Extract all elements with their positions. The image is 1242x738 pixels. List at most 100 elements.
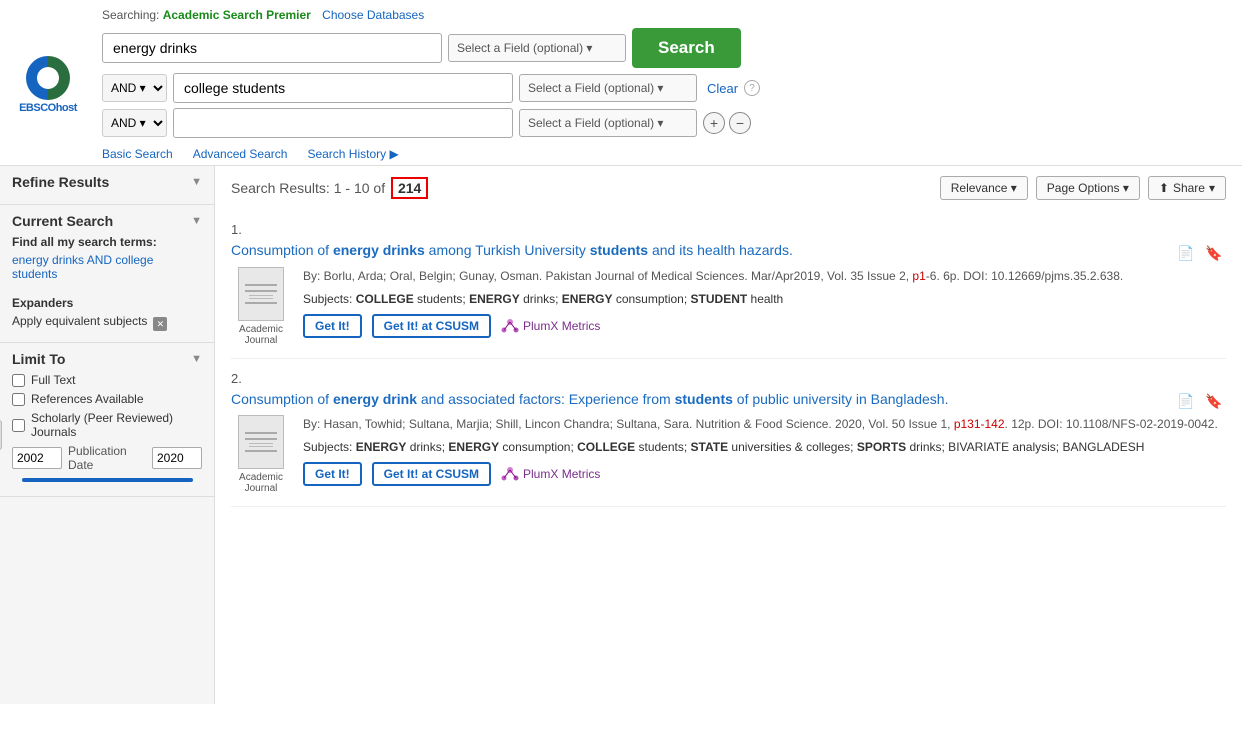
meta-link-1[interactable]: p1 bbox=[912, 269, 925, 283]
meta-link-2[interactable]: p131-142 bbox=[954, 417, 1005, 431]
search-tabs: Basic Search Advanced Search Search Hist… bbox=[102, 143, 1230, 161]
add-remove-row: + − bbox=[703, 112, 751, 134]
result-action-icons-1: 📄 🔖 bbox=[1174, 241, 1226, 265]
save-icon-button-1[interactable]: 🔖 bbox=[1202, 241, 1226, 265]
result-action-icons-2: 📄 🔖 bbox=[1174, 390, 1226, 414]
result-number-1: 1. bbox=[231, 222, 1226, 237]
database-name: Academic Search Premier bbox=[163, 8, 311, 22]
journal-type-label-2: Academic Journal bbox=[231, 472, 291, 494]
result-body-1: Academic Journal By: Borlu, Arda; Oral, … bbox=[231, 267, 1226, 346]
search-input-2[interactable] bbox=[173, 73, 513, 103]
get-it-csusm-button-1[interactable]: Get It! at CSUSM bbox=[372, 314, 491, 338]
search-area: Searching: Academic Search Premier Choos… bbox=[102, 8, 1230, 161]
result-number-2: 2. bbox=[231, 371, 1226, 386]
result-meta-2: By: Hasan, Towhid; Sultana, Marjia; Shil… bbox=[303, 415, 1226, 433]
scholarly-checkbox[interactable] bbox=[12, 419, 25, 432]
date-slider[interactable] bbox=[22, 478, 193, 482]
scholarly-row: Scholarly (Peer Reviewed) Journals bbox=[12, 411, 202, 439]
main: ◀ Refine Results ▼ Current Search ▼ Find… bbox=[0, 166, 1242, 704]
search-row-3: AND ▾ OR NOT Select a Field (optional) ▾… bbox=[102, 108, 1230, 138]
references-checkbox[interactable] bbox=[12, 393, 25, 406]
results-header: Search Results: 1 - 10 of 214 Relevance … bbox=[231, 176, 1226, 200]
apply-equivalent-row: Apply equivalent subjects ✕ bbox=[12, 314, 202, 334]
get-it-button-2[interactable]: Get It! bbox=[303, 462, 362, 486]
pub-date-from-input[interactable] bbox=[12, 447, 62, 469]
refine-expand-icon[interactable]: ▼ bbox=[191, 176, 202, 188]
expanders-title: Expanders bbox=[12, 296, 202, 310]
search-row-1: Select a Field (optional) ▾ Search bbox=[102, 28, 1230, 68]
plumx-link-1[interactable]: PlumX Metrics bbox=[501, 317, 600, 335]
result-title-2[interactable]: Consumption of energy drink and associat… bbox=[231, 390, 948, 410]
current-search-expand-icon[interactable]: ▼ bbox=[191, 215, 202, 227]
page-options-button[interactable]: Page Options ▾ bbox=[1036, 176, 1140, 200]
references-row: References Available bbox=[12, 392, 202, 406]
save-icon-button-2[interactable]: 🔖 bbox=[1202, 390, 1226, 414]
result-subjects-1: Subjects: COLLEGE students; ENERGY drink… bbox=[303, 290, 1226, 308]
sidebar: ◀ Refine Results ▼ Current Search ▼ Find… bbox=[0, 166, 215, 704]
result-actions-1: Get It! Get It! at CSUSM PlumX Metrics bbox=[303, 314, 1226, 338]
journal-icon-img-1 bbox=[238, 267, 284, 321]
result-subjects-2: Subjects: ENERGY drinks; ENERGY consumpt… bbox=[303, 438, 1226, 456]
remove-expander-icon[interactable]: ✕ bbox=[153, 317, 167, 331]
share-button[interactable]: ⬆ Share ▾ bbox=[1148, 176, 1226, 200]
plumx-icon-1 bbox=[501, 317, 519, 335]
refine-results-title: Refine Results ▼ bbox=[12, 174, 202, 190]
field-select-2[interactable]: Select a Field (optional) ▾ bbox=[519, 74, 697, 102]
scholarly-label: Scholarly (Peer Reviewed) Journals bbox=[31, 411, 202, 439]
find-label: Find all my search terms: bbox=[12, 235, 202, 249]
limit-expand-icon[interactable]: ▼ bbox=[191, 353, 202, 365]
get-it-csusm-button-2[interactable]: Get It! at CSUSM bbox=[372, 462, 491, 486]
journal-type-label-1: Academic Journal bbox=[231, 324, 291, 346]
field-select-3[interactable]: Select a Field (optional) ▾ bbox=[519, 109, 697, 137]
relevance-sort-button[interactable]: Relevance ▾ bbox=[940, 176, 1028, 200]
ebsco-logo bbox=[26, 56, 70, 100]
tab-search-history[interactable]: Search History ▶ bbox=[307, 147, 398, 161]
full-text-row: Full Text bbox=[12, 373, 202, 387]
references-label: References Available bbox=[31, 392, 144, 406]
results-controls: Relevance ▾ Page Options ▾ ⬆ Share ▾ bbox=[940, 176, 1226, 200]
search-input-1[interactable] bbox=[102, 33, 442, 63]
pub-date-label: Publication Date bbox=[68, 444, 146, 472]
journal-icon-img-2 bbox=[238, 415, 284, 469]
field-select-1[interactable]: Select a Field (optional) ▾ bbox=[448, 34, 626, 62]
publication-date-row: Publication Date bbox=[12, 444, 202, 472]
full-text-checkbox[interactable] bbox=[12, 374, 25, 387]
sidebar-collapse-button[interactable]: ◀ bbox=[0, 420, 2, 450]
boolean-select-3[interactable]: AND ▾ OR NOT bbox=[102, 109, 167, 137]
plumx-link-2[interactable]: PlumX Metrics bbox=[501, 465, 600, 483]
choose-databases-link[interactable]: Choose Databases bbox=[322, 8, 424, 22]
current-search-title: Current Search ▼ bbox=[12, 213, 202, 229]
full-text-label: Full Text bbox=[31, 373, 75, 387]
result-detail-2: By: Hasan, Towhid; Sultana, Marjia; Shil… bbox=[303, 415, 1226, 494]
share-icon: ⬆ bbox=[1159, 181, 1169, 195]
help-icon[interactable]: ? bbox=[744, 80, 760, 96]
logo-text: EBSCOhost bbox=[19, 102, 77, 114]
result-meta-1: By: Borlu, Arda; Oral, Belgin; Gunay, Os… bbox=[303, 267, 1226, 285]
tab-advanced-search[interactable]: Advanced Search bbox=[193, 147, 288, 161]
result-actions-2: Get It! Get It! at CSUSM PlumX Metrics bbox=[303, 462, 1226, 486]
current-search-section: Current Search ▼ Find all my search term… bbox=[0, 205, 214, 343]
remove-row-button[interactable]: − bbox=[729, 112, 751, 134]
journal-icon-1: Academic Journal bbox=[231, 267, 291, 346]
result-detail-1: By: Borlu, Arda; Oral, Belgin; Gunay, Os… bbox=[303, 267, 1226, 346]
results-count: Search Results: 1 - 10 of 214 bbox=[231, 177, 428, 199]
get-it-button-1[interactable]: Get It! bbox=[303, 314, 362, 338]
tab-basic-search[interactable]: Basic Search bbox=[102, 147, 173, 161]
logo-area: EBSCOhost bbox=[12, 56, 84, 114]
pub-date-to-input[interactable] bbox=[152, 447, 202, 469]
results-area: Search Results: 1 - 10 of 214 Relevance … bbox=[215, 166, 1242, 704]
search-row-2: AND ▾ OR NOT Select a Field (optional) ▾… bbox=[102, 73, 1230, 103]
add-row-button[interactable]: + bbox=[703, 112, 725, 134]
pdf-icon-button-1[interactable]: 📄 bbox=[1174, 241, 1198, 265]
boolean-select-2[interactable]: AND ▾ OR NOT bbox=[102, 74, 167, 102]
limit-to-title: Limit To ▼ bbox=[12, 351, 202, 367]
result-title-1[interactable]: Consumption of energy drinks among Turki… bbox=[231, 241, 793, 261]
plumx-icon-2 bbox=[501, 465, 519, 483]
clear-button[interactable]: Clear bbox=[707, 81, 738, 96]
pdf-icon-button-2[interactable]: 📄 bbox=[1174, 390, 1198, 414]
refine-results-section: Refine Results ▼ bbox=[0, 166, 214, 205]
search-input-3[interactable] bbox=[173, 108, 513, 138]
search-button[interactable]: Search bbox=[632, 28, 741, 68]
search-terms-link[interactable]: energy drinks AND college students bbox=[12, 253, 202, 281]
result-item-2: 2. Consumption of energy drink and assoc… bbox=[231, 359, 1226, 508]
